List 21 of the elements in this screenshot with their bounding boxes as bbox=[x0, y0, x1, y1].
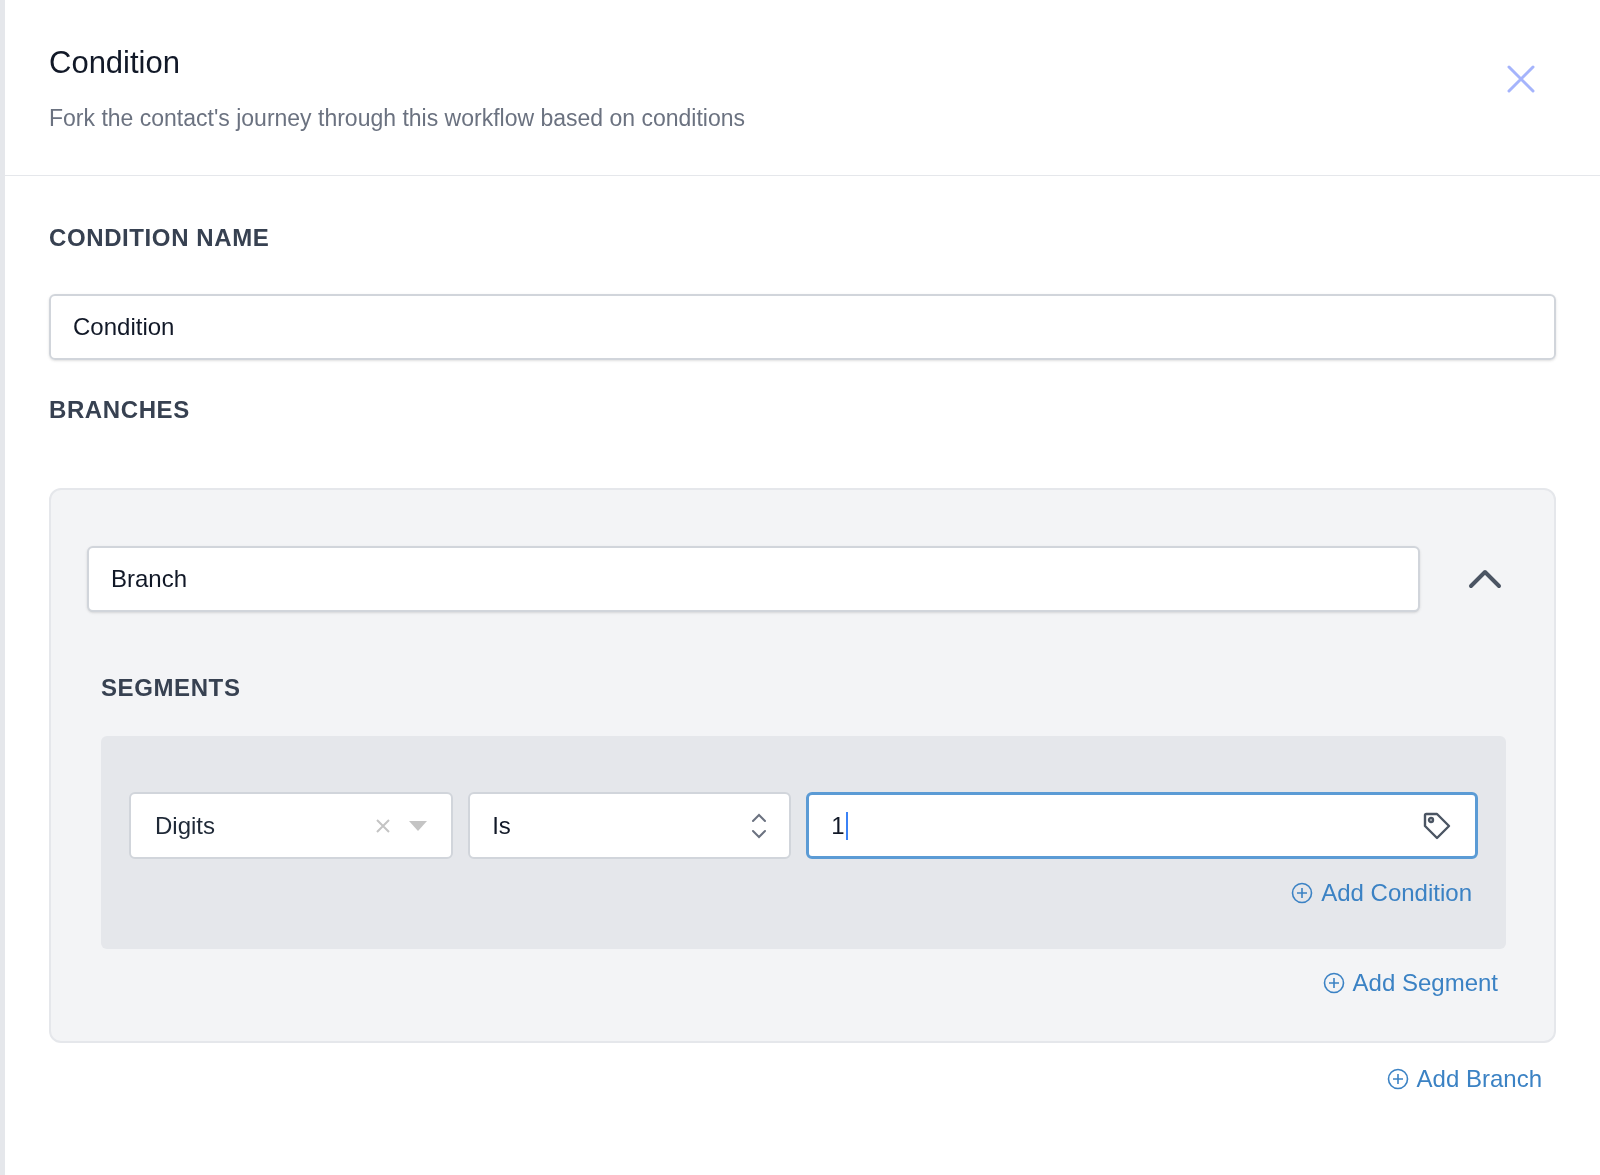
plus-circle-icon bbox=[1322, 972, 1345, 995]
section-label: SEGMENTS bbox=[101, 673, 242, 704]
add-link[interactable]: Add Segment bbox=[1322, 965, 1498, 1002]
add-link[interactable]: Add Branch bbox=[1386, 1061, 1542, 1098]
plus-circle-icon bbox=[1291, 882, 1314, 905]
condition-name-field[interactable]: Condition bbox=[49, 294, 1556, 361]
section-label: CONDITION NAME bbox=[49, 223, 271, 254]
clear-icon[interactable] bbox=[375, 817, 392, 834]
up-down-chevron-icon bbox=[751, 811, 768, 840]
panel-subtitle: Fork the contact's journey through this workflow based on conditions bbox=[49, 103, 746, 133]
dropdown-caret-icon[interactable] bbox=[409, 820, 428, 831]
section-label: BRANCHES bbox=[49, 395, 191, 426]
plus-circle-icon bbox=[1386, 1068, 1409, 1091]
branch-name-field[interactable]: Branch bbox=[87, 546, 1420, 613]
value-field[interactable]: 1 bbox=[806, 792, 1478, 860]
panel-title: Condition bbox=[49, 44, 181, 82]
field-select[interactable]: Digits bbox=[129, 792, 454, 860]
chevron-up-icon[interactable] bbox=[1468, 568, 1502, 591]
close-icon[interactable] bbox=[1506, 64, 1536, 94]
text-cursor bbox=[845, 811, 848, 840]
operator-select[interactable]: Is bbox=[468, 792, 792, 860]
